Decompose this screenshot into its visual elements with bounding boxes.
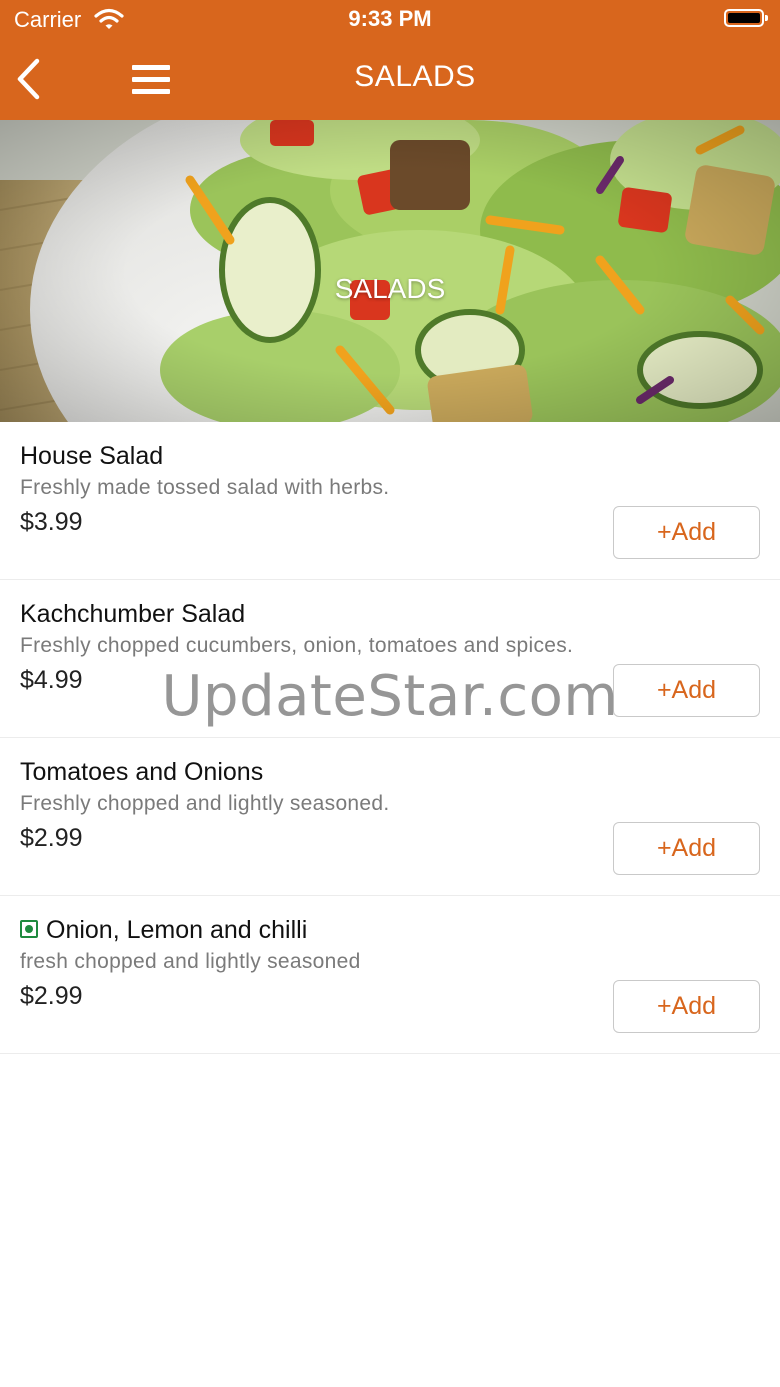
hero-title: SALADS [334,273,446,304]
item-description: Freshly chopped cucumbers, onion, tomato… [20,634,574,657]
back-button[interactable] [10,54,54,104]
status-bar: Carrier 9:33 PM [0,0,780,40]
menu-item: Kachchumber Salad Freshly chopped cucumb… [0,580,780,738]
item-description: fresh chopped and lightly seasoned [20,950,361,973]
hamburger-menu-button[interactable] [126,60,176,100]
item-price: $2.99 [20,824,83,852]
menu-item: Tomatoes and Onions Freshly chopped and … [0,738,780,896]
item-price: $4.99 [20,666,83,694]
category-hero-image: SALADS [0,120,780,422]
item-description: Freshly made tossed salad with herbs. [20,476,390,499]
menu-item: House Salad Freshly made tossed salad wi… [0,422,780,580]
add-button[interactable]: +Add [613,822,760,875]
item-name: House Salad [20,442,164,470]
veg-indicator-icon [20,920,38,938]
item-name: Onion, Lemon and chilli [46,916,308,944]
battery-icon [724,9,768,27]
add-button[interactable]: +Add [613,980,760,1033]
menu-item-list: House Salad Freshly made tossed salad wi… [0,422,780,1054]
item-price: $3.99 [20,508,83,536]
menu-item: Onion, Lemon and chilli fresh chopped an… [0,896,780,1054]
add-button[interactable]: +Add [613,664,760,717]
nav-bar: SALADS [0,40,780,120]
status-time: 9:33 PM [348,6,432,31]
item-name: Tomatoes and Onions [20,758,264,786]
item-name: Kachchumber Salad [20,600,246,628]
item-description: Freshly chopped and lightly seasoned. [20,792,390,815]
add-button[interactable]: +Add [613,506,760,559]
item-price: $2.99 [20,982,83,1010]
page-title: SALADS [354,60,476,93]
salad-photo [0,120,780,422]
chevron-left-icon [17,58,40,100]
